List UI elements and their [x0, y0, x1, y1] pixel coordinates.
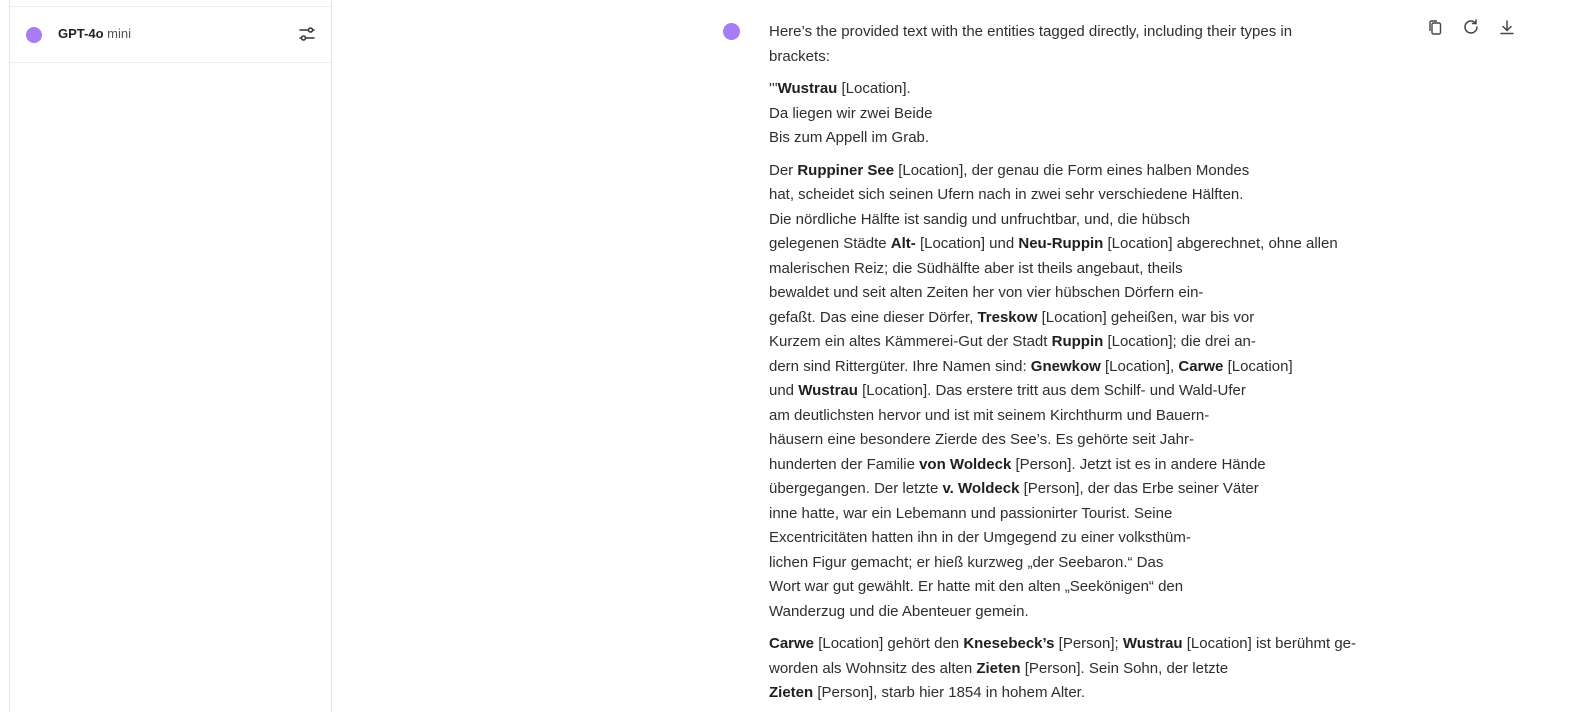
text-line: lichen Figur gemacht; er hieß kurzweg „d… — [769, 551, 1399, 576]
entity-name: Carwe — [769, 635, 815, 652]
sliders-icon[interactable] — [298, 25, 316, 43]
model-label: GPT-4o mini — [58, 26, 131, 41]
text-line: gefaßt. Das eine dieser Dörfer, Treskow … — [769, 306, 1399, 331]
text-line: dern sind Rittergüter. Ihre Namen sind: … — [769, 355, 1399, 380]
text-line: '''Wustrau [Location]. — [769, 77, 1399, 102]
entity-name: Knesebeck’s — [963, 635, 1055, 652]
text-line: Da liegen wir zwei Beide — [769, 104, 933, 122]
message-actions — [1424, 16, 1518, 38]
text-segment: [Location]; die drei an- — [1103, 333, 1256, 350]
text-segment: [Person]; — [1054, 635, 1123, 652]
copy-icon[interactable] — [1424, 16, 1446, 38]
refresh-icon[interactable] — [1460, 16, 1482, 38]
text-segment: [Person]. Jetzt ist es in andere Hände — [1011, 455, 1266, 473]
text-line: hunderten der Familie von Woldeck [Perso… — [769, 453, 1399, 478]
text-segment: hat, scheidet sich seinen Ufern nach in … — [769, 186, 1244, 203]
text-line: Carwe [Location] gehört den Knesebeck’s … — [769, 632, 1399, 657]
text-line: Kurzem ein altes Kämmerei-Gut der Stadt … — [769, 330, 1399, 355]
text-line: übergegangen. Der letzte v. Woldeck [Per… — [769, 477, 1399, 502]
text-segment: Kurzem ein altes Kämmerei-Gut der Stadt — [769, 333, 1052, 350]
text-segment: [Location] geheißen, war bis vor — [1037, 308, 1255, 326]
entity-name: von Woldeck — [919, 455, 1012, 473]
entity-name: Wustrau — [798, 382, 858, 399]
text-segment: Excentricitäten hatten ihn in der Umgege… — [769, 529, 1191, 546]
text-line: worden als Wohnsitz des alten Zieten [Pe… — [769, 657, 1399, 682]
text-line: Wort war gut gewählt. Er hatte mit den a… — [769, 575, 1399, 600]
text-line: Die nördliche Hälfte ist sandig und unfr… — [769, 208, 1399, 233]
text-segment: gelegenen Städte — [769, 235, 891, 252]
text-segment: [Person]. Sein Sohn, der letzte — [1020, 659, 1229, 677]
entity-name: Alt- — [890, 235, 916, 252]
text-segment: dern sind Rittergüter. Ihre Namen sind: — [769, 357, 1031, 375]
entity-name: Treskow — [977, 308, 1038, 326]
text-segment: am deutlichsten hervor und ist mit seine… — [769, 406, 1210, 424]
entity-name: Ruppin — [1051, 333, 1104, 350]
entity-name: Carwe — [1178, 357, 1224, 375]
message-intro: Here’s the provided text with the entiti… — [769, 20, 1399, 69]
model-color-dot — [26, 27, 42, 43]
text-line: und Wustrau [Location]. Das erstere trit… — [769, 379, 1399, 404]
text-segment: [Location] abgerechnet, ohne allen — [1103, 235, 1338, 252]
assistant-avatar — [723, 23, 740, 40]
entity-name: v. Woldeck — [942, 480, 1020, 497]
text-line: Excentricitäten hatten ihn in der Umgege… — [769, 526, 1399, 551]
text-segment: [Location], der genau die Form eines hal… — [894, 161, 1250, 179]
text-line: Zieten [Person], starb hier 1854 in hohe… — [769, 681, 1399, 706]
download-icon[interactable] — [1496, 16, 1518, 38]
text-line: malerischen Reiz; die Südhälfte aber ist… — [769, 257, 1399, 282]
entity-name: Wustrau — [1122, 635, 1183, 652]
message-paragraph-1: '''Wustrau [Location]. Da liegen wir zwe… — [769, 77, 1399, 151]
text-segment: [Location], — [1100, 357, 1179, 375]
assistant-message: Here’s the provided text with the entiti… — [769, 20, 1399, 712]
text-segment: und — [769, 382, 799, 399]
text-segment: lichen Figur gemacht; er hieß kurzweg „d… — [769, 553, 1164, 571]
text-segment: [Location]. — [837, 80, 911, 97]
text-line: inne hatte, war ein Lebemann und passion… — [769, 502, 1399, 527]
text-line: brackets: — [769, 47, 830, 65]
text-segment: bewaldet und seit alten Zeiten her von v… — [769, 284, 1204, 301]
entity-name: Ruppiner See — [797, 161, 895, 179]
text-segment: [Location]. Das erstere tritt aus dem Sc… — [857, 382, 1246, 399]
text-segment: hunderten der Familie — [769, 455, 920, 473]
text-segment: worden als Wohnsitz des alten — [769, 659, 977, 677]
text-segment: Wanderzug und die Abenteuer gemein. — [769, 602, 1029, 620]
text-segment: übergegangen. Der letzte — [769, 480, 943, 497]
text-segment: [Location] ist berühmt ge- — [1182, 635, 1357, 652]
text-line: Bis zum Appell im Grab. — [769, 129, 930, 146]
text-segment: ''' — [769, 80, 778, 97]
model-sidebar: GPT-4o mini — [9, 0, 332, 712]
entity-name: Neu-Ruppin — [1018, 235, 1104, 252]
text-segment: [Location] gehört den — [814, 635, 964, 652]
entity-name: Wustrau — [777, 80, 838, 97]
model-variant: mini — [107, 26, 131, 41]
chat-area: Here’s the provided text with the entiti… — [332, 0, 1539, 712]
text-segment: [Person], der das Erbe seiner Väter — [1019, 480, 1259, 497]
text-segment: inne hatte, war ein Lebemann und passion… — [769, 504, 1173, 522]
text-segment: Der — [769, 161, 798, 179]
message-paragraph-2: Der Ruppiner See [Location], der genau d… — [769, 159, 1399, 625]
text-segment: häusern eine besondere Zierde des See’s.… — [769, 431, 1194, 448]
entity-name: Zieten — [976, 659, 1021, 677]
model-name: GPT-4o — [58, 26, 104, 41]
text-line: Here’s the provided text with the entiti… — [769, 23, 1293, 40]
message-paragraph-3: Carwe [Location] gehört den Knesebeck’s … — [769, 632, 1399, 706]
text-line: häusern eine besondere Zierde des See’s.… — [769, 428, 1399, 453]
text-segment: Wort war gut gewählt. Er hatte mit den a… — [769, 578, 1184, 595]
text-line: hat, scheidet sich seinen Ufern nach in … — [769, 183, 1399, 208]
text-segment: [Location] und — [915, 235, 1019, 252]
text-segment: Die nördliche Hälfte ist sandig und unfr… — [769, 210, 1191, 228]
text-line: Der Ruppiner See [Location], der genau d… — [769, 159, 1399, 184]
text-segment: gefaßt. Das eine dieser Dörfer, — [769, 308, 978, 326]
text-segment: [Person], starb hier 1854 in hohem Alter… — [813, 684, 1086, 701]
text-line: Wanderzug und die Abenteuer gemein. — [769, 600, 1399, 625]
text-segment: malerischen Reiz; die Südhälfte aber ist… — [769, 259, 1183, 277]
entity-name: Gnewkow — [1030, 357, 1101, 375]
text-segment: [Location] — [1223, 357, 1293, 375]
text-line: gelegenen Städte Alt- [Location] und Neu… — [769, 232, 1399, 257]
entity-name: Zieten — [769, 684, 814, 701]
model-row[interactable]: GPT-4o mini — [10, 7, 331, 63]
text-line: am deutlichsten hervor und ist mit seine… — [769, 404, 1399, 429]
text-line: bewaldet und seit alten Zeiten her von v… — [769, 281, 1399, 306]
